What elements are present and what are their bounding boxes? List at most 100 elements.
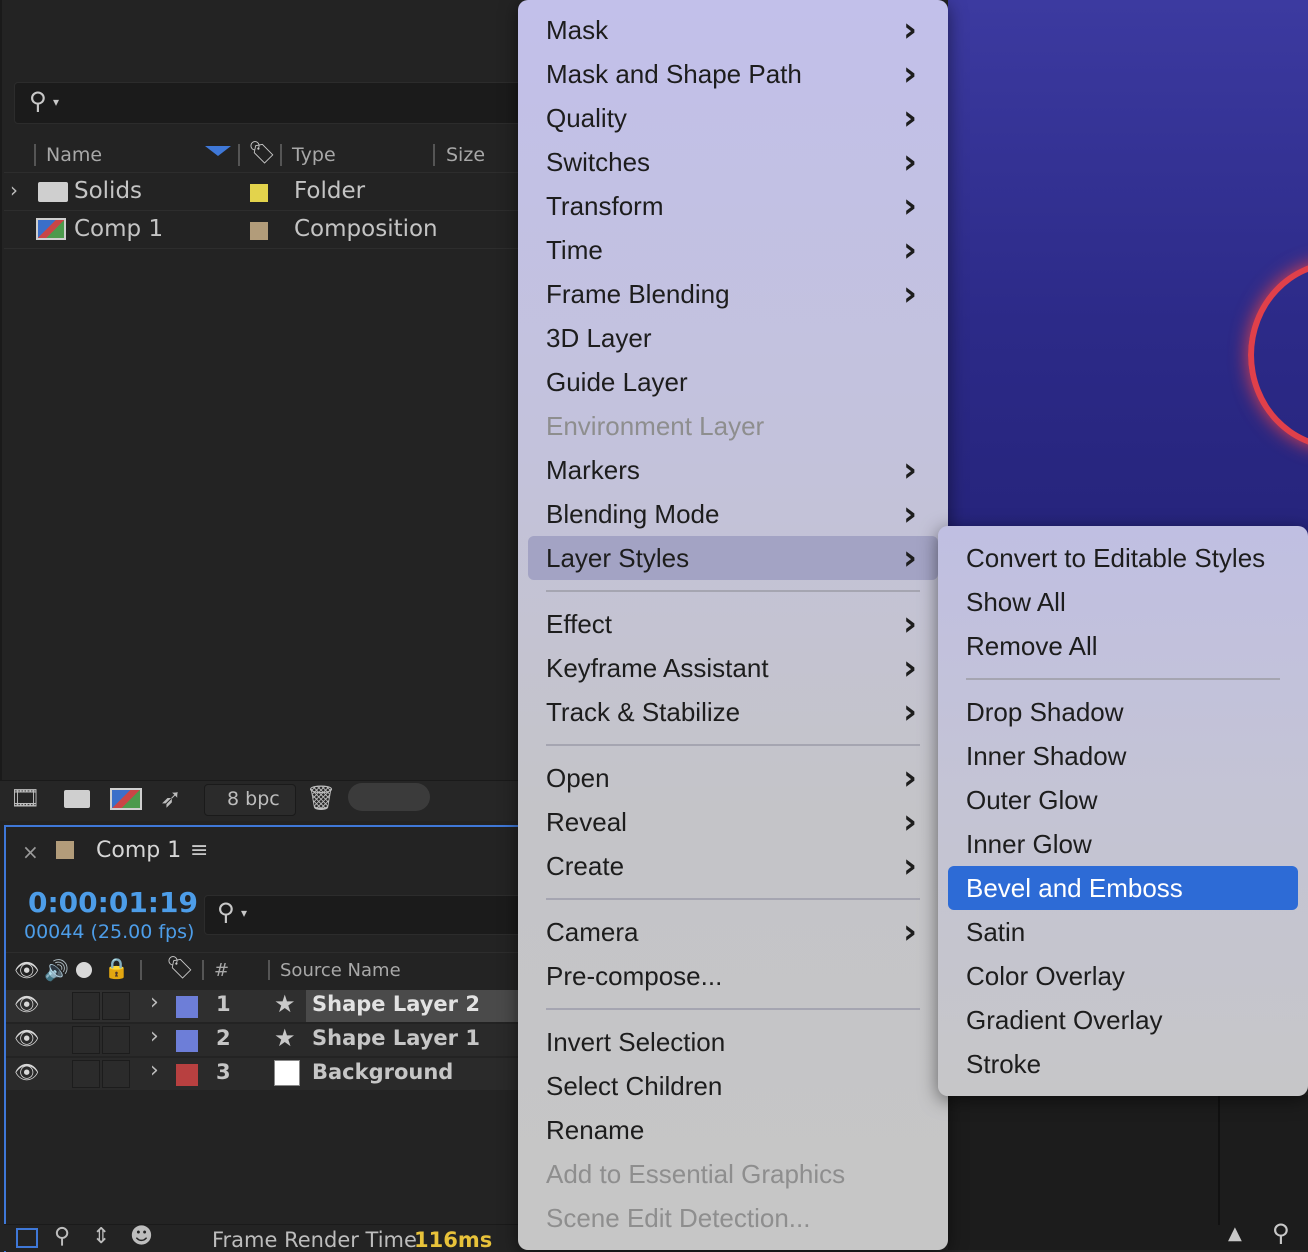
chevron-right-icon[interactable]: › [150,1058,159,1083]
lock-toggle[interactable] [102,992,130,1020]
motion-blur-icon[interactable]: ☻ [130,1224,153,1249]
thumbnail-slider[interactable] [348,783,430,811]
video-eye-icon[interactable]: 👁 [14,958,39,982]
submenu-item-stroke[interactable]: Stroke [966,1044,1041,1084]
sort-arrow-icon[interactable] [205,146,231,156]
menu-item-switches[interactable]: Switches [546,142,650,182]
menu-item-mask[interactable]: Mask [546,10,608,50]
project-search-input[interactable]: ⚲ ▾ [14,82,536,124]
chevron-right-icon[interactable]: › [150,990,159,1015]
panel-menu-icon[interactable]: ≡ [190,838,208,863]
submenu-item-color-overlay[interactable]: Color Overlay [966,956,1125,996]
frame-blending-icon[interactable]: ⇕ [92,1224,110,1249]
submenu-item-outer-glow[interactable]: Outer Glow [966,780,1098,820]
menu-item-invert-selection[interactable]: Invert Selection [546,1022,725,1062]
shape-layer-star-icon: ★ [274,990,296,1018]
submenu-item-inner-shadow[interactable]: Inner Shadow [966,736,1126,776]
panel-divider [1218,1095,1220,1225]
trash-icon[interactable]: 🗑 [306,784,336,814]
menu-item-3d-layer[interactable]: 3D Layer [546,318,652,358]
chevron-right-icon[interactable]: › [10,178,18,202]
column-header-name[interactable]: Name [46,144,102,168]
layer-row-2[interactable]: 👁 › 2 ★ Shape Layer 1 [6,1024,520,1056]
comp-flowchart-icon[interactable] [16,1228,38,1248]
interpret-footage-icon[interactable]: 🎞 [10,784,40,814]
column-header-number[interactable]: # [214,960,229,981]
render-queue-icon[interactable]: ➶ [160,784,182,814]
menu-item-reveal[interactable]: Reveal [546,802,627,842]
label-tag-icon[interactable]: 🏷 [248,141,276,166]
layer-name[interactable]: Shape Layer 1 [312,1026,480,1050]
menu-item-markers[interactable]: Markers [546,450,640,490]
menu-item-quality[interactable]: Quality [546,98,627,138]
chevron-right-icon[interactable]: › [150,1024,159,1049]
lock-toggle[interactable] [102,1060,130,1088]
submenu-item-gradient-overlay[interactable]: Gradient Overlay [966,1000,1163,1040]
menu-item-keyframe-assistant[interactable]: Keyframe Assistant [546,648,769,688]
lock-toggle[interactable] [102,1026,130,1054]
zoom-icon[interactable]: ⚲ [1272,1219,1290,1247]
menu-item-effect[interactable]: Effect [546,604,612,644]
comp-label-swatch[interactable] [56,841,74,859]
lock-icon[interactable]: 🔒 [104,956,129,980]
column-divider [34,144,36,166]
submenu-item-convert-to-editable-styles[interactable]: Convert to Editable Styles [966,538,1265,578]
row-divider [4,210,520,211]
submenu-item-drop-shadow[interactable]: Drop Shadow [966,692,1124,732]
chevron-up-icon[interactable]: ▲ [1228,1223,1242,1244]
chevron-right-icon: › [903,98,918,138]
menu-item-transform[interactable]: Transform [546,186,664,226]
new-folder-icon[interactable] [64,790,90,808]
bit-depth-button[interactable]: 8 bpc [204,784,296,816]
submenu-item-show-all[interactable]: Show All [966,582,1066,622]
close-tab-icon[interactable]: × [22,840,39,864]
label-tag-icon[interactable]: 🏷 [166,956,194,981]
comp-tab-title[interactable]: Comp 1 [96,838,181,863]
composition-viewer[interactable] [948,0,1308,540]
new-composition-icon[interactable] [110,788,142,810]
project-item-comp-1[interactable]: Comp 1 Composition [4,214,520,248]
menu-item-rename[interactable]: Rename [546,1110,644,1150]
menu-item-frame-blending[interactable]: Frame Blending [546,274,730,314]
layer-label-swatch[interactable] [176,1030,198,1052]
audio-icon[interactable]: 🔊 [44,958,69,982]
menu-item-pre-compose[interactable]: Pre-compose... [546,956,722,996]
menu-item-time[interactable]: Time [546,230,603,270]
menu-item-create[interactable]: Create [546,846,624,886]
layer-row-1[interactable]: 👁 › 1 ★ Shape Layer 2 [6,990,520,1022]
column-header-size[interactable]: Size [446,144,485,168]
audio-toggle[interactable] [72,1026,100,1054]
current-time-display[interactable]: 0:00:01:19 [28,886,198,919]
solo-icon[interactable] [76,962,92,978]
visibility-eye-icon[interactable]: 👁 [14,1060,39,1084]
menu-item-select-children[interactable]: Select Children [546,1066,722,1106]
label-swatch[interactable] [250,222,268,240]
visibility-eye-icon[interactable]: 👁 [14,1026,39,1050]
layer-label-swatch[interactable] [176,996,198,1018]
column-header-type[interactable]: Type [292,144,336,168]
project-item-solids[interactable]: › Solids Folder [4,176,520,210]
audio-toggle[interactable] [72,1060,100,1088]
menu-item-guide-layer[interactable]: Guide Layer [546,362,688,402]
timeline-search-input[interactable]: ⚲ ▾ [204,895,526,935]
menu-item-blending-mode[interactable]: Blending Mode [546,494,719,534]
menu-item-camera[interactable]: Camera [546,912,638,952]
layer-label-swatch[interactable] [176,1064,198,1086]
layer-name[interactable]: Shape Layer 2 [312,992,480,1016]
audio-toggle[interactable] [72,992,100,1020]
column-header-source-name[interactable]: Source Name [280,960,401,981]
submenu-item-remove-all[interactable]: Remove All [966,626,1098,666]
visibility-eye-icon[interactable]: 👁 [14,992,39,1016]
shy-layers-icon[interactable]: ⚲ [54,1224,70,1249]
layer-row-3[interactable]: 👁 › 3 Background [6,1058,520,1090]
layer-number: 3 [216,1060,231,1084]
menu-item-open[interactable]: Open [546,758,610,798]
menu-item-layer-styles[interactable]: Layer Styles [546,538,689,578]
label-swatch[interactable] [250,184,268,202]
submenu-item-satin[interactable]: Satin [966,912,1025,952]
submenu-item-bevel-and-emboss[interactable]: Bevel and Emboss [966,868,1183,908]
menu-item-mask-and-shape-path[interactable]: Mask and Shape Path [546,54,802,94]
layer-name[interactable]: Background [312,1060,453,1084]
menu-item-track-stabilize[interactable]: Track & Stabilize [546,692,740,732]
submenu-item-inner-glow[interactable]: Inner Glow [966,824,1092,864]
